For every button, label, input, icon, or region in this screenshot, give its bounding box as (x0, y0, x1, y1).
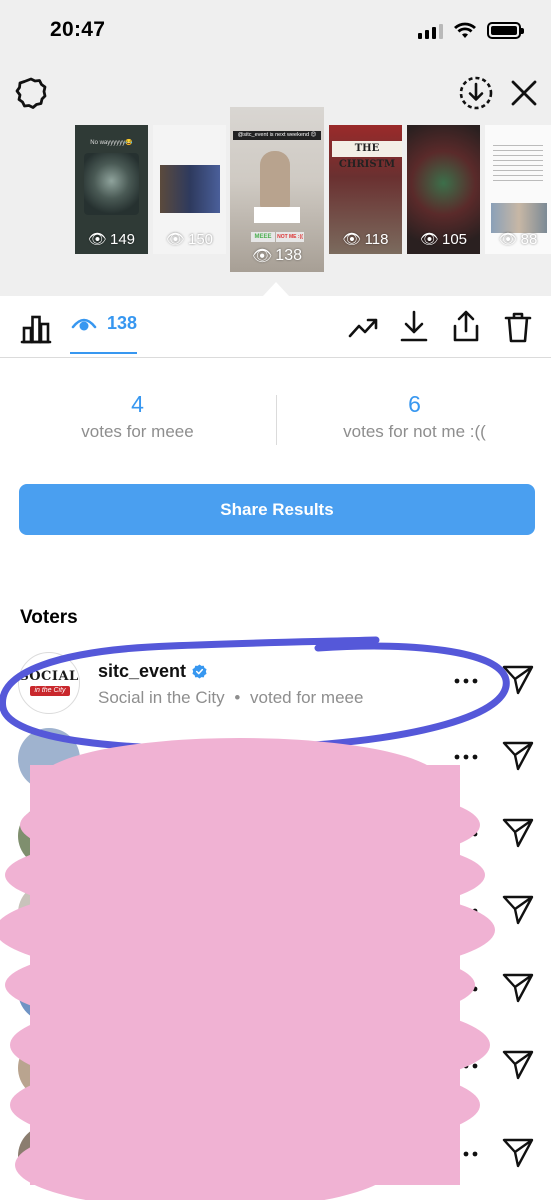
eye-icon: 👁 (251, 248, 273, 265)
active-tab-indicator (70, 352, 137, 354)
more-icon[interactable] (453, 752, 479, 762)
send-icon[interactable] (501, 816, 535, 848)
voter-username[interactable]: sitc_event (98, 661, 186, 682)
more-icon[interactable] (453, 906, 479, 916)
share-results-button[interactable]: Share Results (19, 484, 535, 535)
battery-icon (487, 22, 524, 39)
poll-option-count: 4 (131, 391, 144, 417)
story-thumbnail[interactable]: 👁 150 (153, 125, 226, 254)
poll-option-count: 6 (408, 391, 421, 417)
download-icon[interactable] (399, 309, 429, 343)
voter-row[interactable] (0, 728, 551, 806)
story-views: 88 (520, 230, 538, 248)
voter-row[interactable]: SOCIAL in the City sitc_event Social in … (0, 652, 551, 730)
more-icon[interactable] (453, 829, 479, 839)
signal-icon (418, 23, 443, 39)
selected-story-caret (263, 282, 289, 296)
story-thumbnail[interactable]: THE CHRISTM 👁 118 (329, 125, 402, 254)
voter-full-name: Social in the City (98, 688, 225, 707)
story-views: 118 (364, 230, 389, 248)
avatar[interactable] (18, 960, 80, 1022)
more-icon[interactable] (453, 984, 479, 994)
eye-icon: 👁 (87, 231, 107, 248)
story-thumbnail[interactable]: No wayyyyyy😂 👁 149 (75, 125, 148, 254)
eye-icon: 👁 (342, 231, 362, 248)
story-toolbar: 138 (0, 296, 551, 358)
voter-vote: voted for meee (250, 688, 364, 707)
send-icon[interactable] (501, 1048, 535, 1080)
status-time: 20:47 (50, 18, 106, 41)
separator-dot: • (234, 688, 241, 707)
avatar[interactable] (18, 1037, 80, 1099)
voters-heading: Voters (20, 607, 78, 628)
voter-row[interactable] (0, 1037, 551, 1115)
avatar[interactable] (18, 882, 80, 944)
viewer-count: 138 (107, 313, 138, 333)
story-caption: No wayyyyyy😂 (90, 140, 133, 146)
story-views: 150 (188, 230, 214, 248)
story-thumbnail-selected[interactable]: @sitc_event is next weekend 😊 MEEE NOT M… (230, 107, 324, 272)
social-logo-text: SOCIAL (19, 669, 79, 684)
settings-ring-icon[interactable] (14, 76, 48, 110)
avatar[interactable]: SOCIAL in the City (18, 652, 80, 714)
send-icon[interactable] (501, 739, 535, 771)
poll-option-label: votes for not me :(( (343, 422, 486, 441)
story-thumbnail[interactable]: 👁 88 (485, 125, 551, 254)
story-thumbnail[interactable]: 👁 105 (407, 125, 480, 254)
story-caption: THE CHRISTM (332, 141, 402, 170)
voter-row[interactable] (0, 882, 551, 960)
poll-option-result: 6 votes for not me :(( (277, 390, 551, 442)
poll-option-result: 4 votes for meee (0, 390, 275, 442)
eye-icon: 👁 (419, 231, 439, 248)
verified-badge-icon (192, 664, 207, 679)
eye-icon: 👁 (165, 231, 185, 248)
poll-option-label: votes for meee (81, 422, 194, 441)
trend-arrow-icon[interactable] (347, 312, 379, 342)
send-icon[interactable] (501, 971, 535, 1003)
download-circle-icon[interactable] (458, 75, 494, 111)
send-icon[interactable] (501, 893, 535, 925)
story-views: 105 (442, 230, 468, 248)
more-icon[interactable] (453, 1149, 479, 1159)
voter-subtitle: Social in the City • voted for meee (98, 688, 363, 708)
story-views: 149 (110, 230, 136, 248)
viewers-tab[interactable]: 138 (71, 313, 137, 334)
story-poll-option: NOT ME :(( (276, 232, 304, 242)
social-logo-ribbon: in the City (30, 686, 70, 696)
voter-row[interactable] (0, 1125, 551, 1200)
share-icon[interactable] (451, 309, 481, 343)
avatar[interactable] (18, 728, 80, 790)
avatar[interactable] (18, 1125, 80, 1187)
send-icon[interactable] (501, 663, 535, 695)
voter-username-row: sitc_event (98, 661, 207, 682)
eye-icon: 👁 (498, 231, 518, 248)
eye-icon (71, 318, 97, 330)
avatar[interactable] (18, 805, 80, 867)
story-caption: @sitc_event is next weekend 😊 (233, 131, 321, 140)
story-views: 138 (275, 247, 302, 264)
trash-icon[interactable] (503, 310, 533, 344)
voter-row[interactable] (0, 805, 551, 883)
story-viewer-header: 20:47 No wayyyyyy😂 👁 149 👁 150 @sitc_eve… (0, 0, 551, 296)
story-poll-option: MEEE (251, 232, 275, 242)
bar-chart-icon[interactable] (20, 314, 52, 344)
send-icon[interactable] (501, 1136, 535, 1168)
story-thumbnails: No wayyyyyy😂 👁 149 👁 150 @sitc_event is ne… (0, 107, 551, 277)
wifi-icon (454, 22, 476, 38)
poll-results: 4 votes for meee 6 votes for not me :(( (0, 390, 551, 450)
more-icon[interactable] (453, 1061, 479, 1071)
status-icons (418, 22, 524, 39)
close-icon[interactable] (507, 76, 541, 110)
partial-vote-text: me :(( (383, 1154, 428, 1173)
voter-row[interactable] (0, 960, 551, 1038)
more-icon[interactable] (453, 676, 479, 686)
